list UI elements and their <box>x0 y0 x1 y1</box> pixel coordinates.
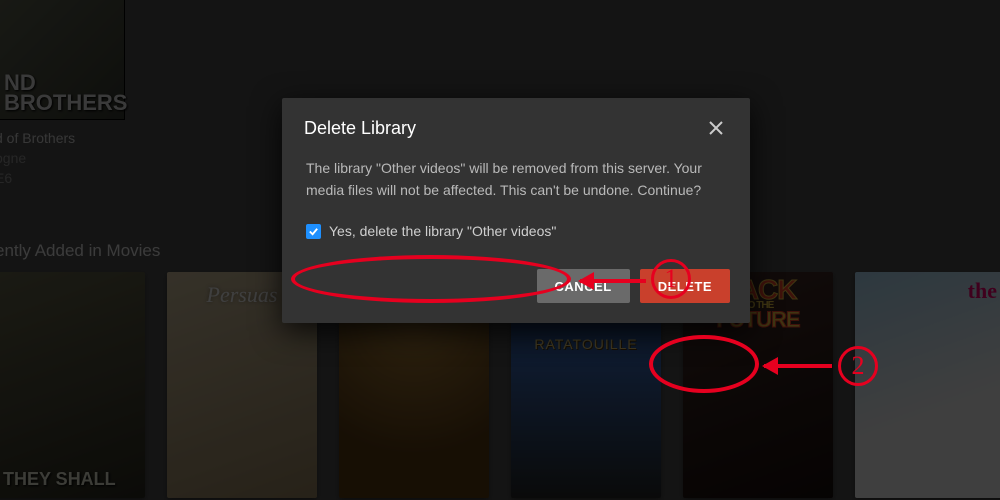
delete-button[interactable]: DELETE <box>640 269 730 303</box>
cancel-button[interactable]: CANCEL <box>537 269 630 303</box>
delete-library-dialog: Delete Library The library "Other videos… <box>282 98 750 323</box>
check-icon <box>308 226 319 237</box>
confirm-checkbox-row[interactable]: Yes, delete the library "Other videos" <box>282 209 750 257</box>
confirm-checkbox-label[interactable]: Yes, delete the library "Other videos" <box>329 223 556 239</box>
close-icon <box>709 121 723 135</box>
dialog-header: Delete Library <box>282 98 750 156</box>
dialog-footer: CANCEL DELETE <box>282 257 750 323</box>
close-button[interactable] <box>704 116 728 140</box>
confirm-checkbox[interactable] <box>306 224 321 239</box>
dialog-body: The library "Other videos" will be remov… <box>282 156 750 209</box>
dialog-title: Delete Library <box>304 118 416 139</box>
